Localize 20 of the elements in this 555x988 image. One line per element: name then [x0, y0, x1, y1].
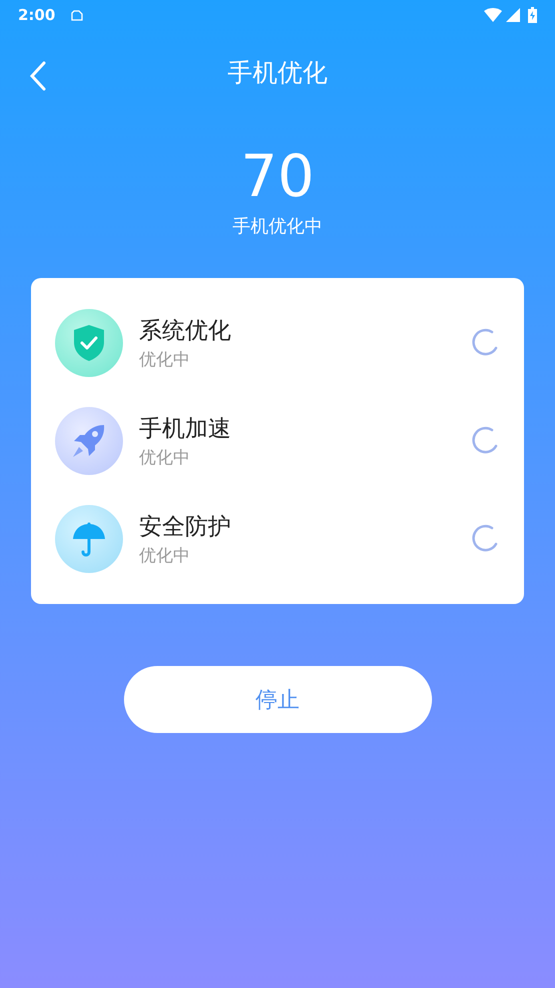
task-name: 安全防护 — [139, 513, 232, 542]
signal-icon — [506, 8, 520, 22]
loading-spinner-icon — [470, 524, 500, 554]
task-name: 手机加速 — [139, 415, 232, 444]
score-value: 70 — [240, 144, 314, 208]
score-caption: 手机优化中 — [232, 215, 322, 238]
loading-spinner-icon — [470, 328, 500, 358]
task-name: 系统优化 — [139, 317, 232, 346]
task-status: 优化中 — [139, 545, 191, 567]
battery-icon — [528, 7, 537, 23]
wifi-icon — [484, 8, 502, 22]
notification-icon — [71, 8, 86, 22]
loading-spinner-icon — [470, 426, 500, 456]
page-title: 手机优化 — [228, 56, 328, 88]
shield-check-icon — [72, 324, 106, 362]
status-time: 2:00 — [18, 6, 56, 24]
task-status: 优化中 — [139, 349, 191, 371]
umbrella-icon — [71, 520, 107, 558]
task-status: 优化中 — [139, 447, 191, 469]
stop-button[interactable]: 停止 — [124, 666, 432, 733]
